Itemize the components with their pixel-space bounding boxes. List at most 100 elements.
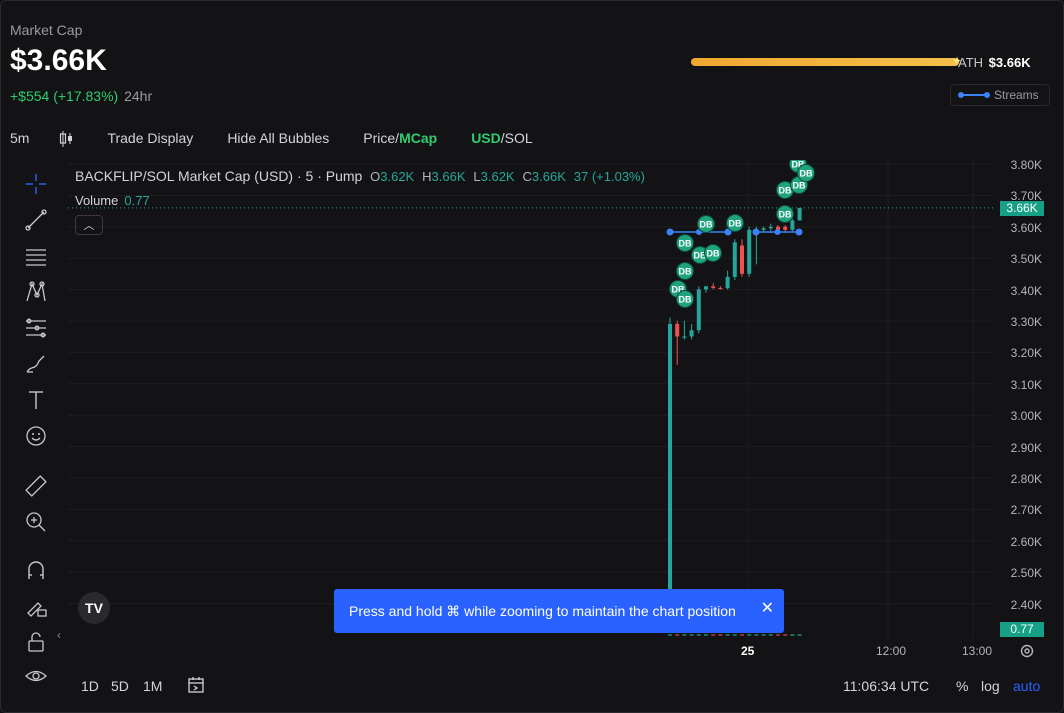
lock-drawing-icon[interactable] — [18, 592, 54, 620]
emoji-icon[interactable] — [18, 422, 54, 450]
open-label: O — [370, 169, 381, 184]
candle-body — [768, 226, 773, 229]
bubble-label: DB — [729, 219, 742, 229]
symbol-title: BACKFLIP/SOL Market Cap (USD) · 5 · Pump — [75, 168, 363, 184]
price-option[interactable]: Price — [363, 130, 395, 146]
volume-bar — [790, 634, 795, 636]
bubble-label: DB — [779, 186, 792, 196]
price-tick: 2.60K — [1010, 534, 1042, 549]
pattern-icon[interactable] — [18, 278, 54, 306]
volume-bar — [768, 634, 773, 636]
currency-toggle[interactable]: USD/SOL — [471, 130, 532, 146]
goto-date-icon[interactable] — [186, 675, 206, 698]
candle-body — [718, 287, 723, 290]
collapse-legend-button[interactable]: ︿ — [75, 215, 103, 235]
price-scale[interactable]: 3.80K 3.70K 3.60K 3.50K 3.40K 3.30K 3.20K 3.10K… — [996, 158, 1064, 638]
candle-body — [783, 226, 788, 230]
trade-display-button[interactable]: Trade Display — [107, 130, 193, 146]
candle-body — [696, 289, 701, 331]
volume-bar — [783, 634, 788, 636]
candle-body — [761, 228, 766, 230]
interval-button[interactable]: 5m — [10, 130, 29, 146]
unlock-icon[interactable] — [18, 628, 54, 656]
high-label: H — [422, 169, 432, 184]
volume-value: 0.77 — [124, 193, 150, 208]
auto-scale-toggle[interactable]: auto — [1013, 678, 1040, 694]
volume-bar — [725, 634, 730, 636]
trend-line-icon[interactable] — [18, 206, 54, 234]
candlestick-icon[interactable] — [59, 130, 73, 147]
usd-option[interactable]: USD — [471, 130, 501, 146]
toast-text: Press and hold ⌘ while zooming to mainta… — [349, 602, 736, 619]
ath-progress-bar — [691, 58, 959, 66]
zoom-in-icon[interactable] — [18, 508, 54, 536]
candle-body — [704, 286, 708, 290]
percent-toggle[interactable]: % — [956, 678, 968, 694]
volume-legend: Volume 0.77 — [75, 193, 150, 208]
ath-text: ATH — [958, 55, 984, 70]
fib-icon[interactable] — [18, 314, 54, 342]
log-toggle[interactable]: log — [981, 678, 1000, 694]
zoom-hint-toast: Press and hold ⌘ while zooming to mainta… — [334, 589, 784, 633]
text-icon[interactable] — [18, 386, 54, 414]
clock-display[interactable]: 11:06:34 UTC — [843, 678, 929, 694]
hide-bubbles-button[interactable]: Hide All Bubbles — [227, 130, 329, 146]
range-5d-button[interactable]: 5D — [111, 678, 129, 694]
change-value: +$554 (+17.83%) — [10, 88, 119, 104]
high-value: 3.66K — [431, 169, 466, 184]
range-1m-button[interactable]: 1M — [143, 678, 162, 694]
chevron-left-icon[interactable]: ‹ — [57, 628, 61, 642]
brush-icon[interactable] — [18, 350, 54, 378]
stream-dot — [795, 228, 803, 236]
range-1d-button[interactable]: 1D — [81, 678, 99, 694]
market-cap-value: $3.66K — [10, 44, 107, 77]
close-icon[interactable]: ✕ — [761, 598, 774, 618]
price-chart[interactable]: DBDBDBDB DBDBDBDBDBDBDB DBDB — [68, 160, 994, 638]
magnet-icon[interactable] — [18, 556, 54, 584]
bubble-label: DB — [679, 295, 692, 305]
candle-body — [790, 220, 795, 230]
mcap-option[interactable]: MCap — [399, 130, 437, 146]
candle-body — [675, 323, 680, 337]
volume-bar — [682, 634, 687, 636]
price-tick: 2.90K — [1010, 440, 1042, 455]
price-mcap-toggle[interactable]: Price/MCap — [363, 130, 437, 146]
stream-dot — [774, 229, 781, 235]
sol-option[interactable]: SOL — [505, 130, 533, 146]
volume-label: Volume — [75, 193, 119, 208]
bubble-label: DB — [679, 239, 692, 249]
volume-bar — [747, 634, 752, 636]
chevron-up-icon: ︿ — [83, 220, 95, 232]
ruler-icon[interactable] — [18, 472, 54, 500]
bubble-label: DB — [700, 220, 713, 230]
tradingview-logo[interactable]: TV — [78, 592, 110, 624]
bubble-label: DB — [679, 267, 692, 277]
volume-bar — [776, 634, 780, 636]
horizontal-lines-icon[interactable] — [18, 242, 54, 270]
low-value: 3.62K — [480, 169, 515, 184]
candle-body — [689, 330, 694, 337]
price-tick: 2.70K — [1010, 503, 1042, 518]
candle-body — [797, 207, 802, 221]
candle-body — [668, 323, 672, 603]
gear-icon[interactable] — [1018, 642, 1036, 660]
volume-bar — [675, 634, 680, 636]
time-axis[interactable]: 25 12:00 13:00 — [68, 644, 994, 662]
price-tick: 3.40K — [1010, 283, 1042, 298]
chart-toolbar: 5m Trade Display Hide All Bubbles Price/… — [10, 126, 567, 150]
candle-body — [725, 276, 730, 289]
low-label: L — [473, 169, 481, 184]
stream-dot — [752, 228, 760, 236]
chart-legend: BACKFLIP/SOL Market Cap (USD) · 5 · Pump… — [75, 168, 649, 184]
bubble-label: DB — [793, 181, 806, 191]
market-cap-change: +$554 (+17.83%) 24hr — [10, 88, 152, 104]
crosshair-icon[interactable] — [18, 170, 54, 198]
price-tick: 3.60K — [1010, 220, 1042, 235]
market-cap-label: Market Cap — [10, 22, 83, 38]
time-tick: 13:00 — [962, 644, 993, 658]
stream-line-icon — [958, 92, 990, 98]
streams-button[interactable]: Streams — [950, 84, 1050, 106]
bubble-label: DB — [800, 169, 813, 179]
volume-bar — [668, 634, 672, 636]
volume-tag: 0.77 — [1000, 622, 1044, 637]
